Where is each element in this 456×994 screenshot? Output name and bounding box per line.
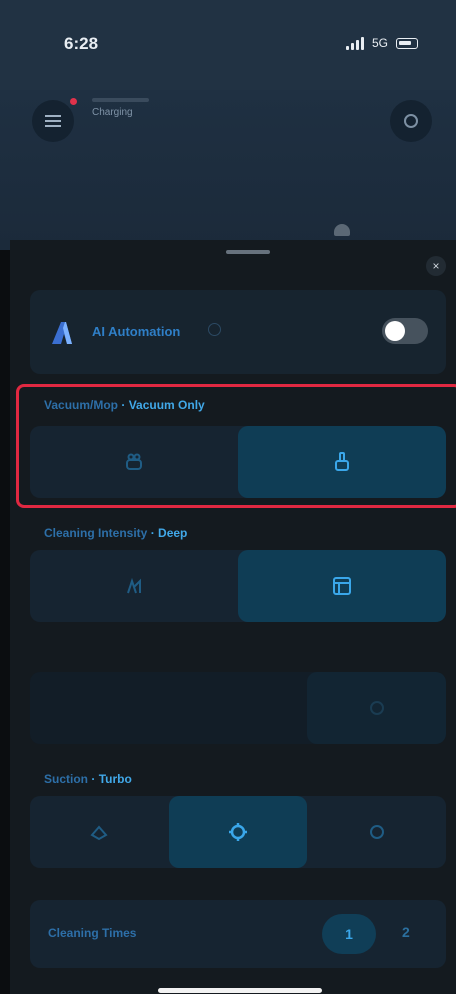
highlight-box <box>16 384 456 508</box>
robot-icon <box>334 224 350 236</box>
system-indicators: 5G <box>345 36 418 50</box>
device-name <box>92 98 149 102</box>
device-info[interactable]: Charging <box>92 98 149 118</box>
cleaning-intensity-value: Deep <box>158 526 188 540</box>
menu-icon <box>45 115 61 127</box>
ai-automation-label: AI Automation <box>92 324 181 339</box>
cleaning-intensity-label: Cleaning Intensity <box>44 526 148 540</box>
option-suction-quiet[interactable] <box>30 796 169 868</box>
cleaning-intensity-heading: Cleaning Intensity · Deep <box>44 526 188 540</box>
cleaning-intensity-selector <box>30 550 446 622</box>
battery-icon <box>396 37 418 49</box>
standard-intensity-icon <box>127 577 141 594</box>
option-water-medium[interactable] <box>169 672 308 744</box>
suction-quiet-icon <box>90 825 108 841</box>
water-level-icon <box>369 701 384 715</box>
suction-label: Suction <box>44 772 88 786</box>
menu-button[interactable] <box>32 100 74 142</box>
option-suction-turbo[interactable] <box>168 796 308 868</box>
cleaning-times-card: Cleaning Times 1 2 <box>30 900 446 968</box>
cleaning-times-option-2[interactable]: 2 <box>402 924 410 940</box>
option-suction-max[interactable] <box>307 796 446 868</box>
signal-icon <box>345 36 364 50</box>
option-water-high[interactable] <box>307 672 446 744</box>
network-label: 5G <box>371 36 388 50</box>
sheet-handle[interactable] <box>226 250 270 254</box>
close-button[interactable]: × <box>426 256 446 276</box>
suction-selector <box>30 796 446 868</box>
close-icon: × <box>432 259 440 273</box>
cleaning-times-option-2-label: 2 <box>402 924 410 940</box>
cleaning-times-option-1-label: 1 <box>345 926 353 942</box>
notification-dot <box>70 98 77 105</box>
map-header: Charging <box>0 90 456 250</box>
option-water-low[interactable] <box>30 672 169 744</box>
suction-heading: Suction · Turbo <box>44 772 132 786</box>
info-icon[interactable] <box>208 323 221 336</box>
ai-logo-icon <box>52 322 72 344</box>
device-status: Charging <box>92 107 149 118</box>
ai-automation-card: AI Automation <box>30 290 446 374</box>
cleaning-times-label: Cleaning Times <box>48 926 137 940</box>
option-deep-intensity[interactable] <box>238 550 446 622</box>
ai-automation-toggle[interactable] <box>382 318 428 344</box>
suction-value: Turbo <box>98 772 132 786</box>
app-screen: 6:28 5G Charging × AI Automation Vacuum/… <box>0 0 456 994</box>
gear-icon <box>404 114 418 128</box>
mop-water-selector <box>30 672 446 744</box>
deep-intensity-icon <box>333 577 351 595</box>
suction-turbo-icon <box>229 823 247 841</box>
cleaning-times-option-1[interactable]: 1 <box>322 914 376 954</box>
toggle-knob <box>385 321 405 341</box>
device-status-text: Charging <box>92 107 133 118</box>
cleaning-settings-sheet: × AI Automation Vacuum/Mop · Vacuum Only <box>10 240 456 994</box>
status-bar: 6:28 5G <box>0 0 456 90</box>
settings-button[interactable] <box>390 100 432 142</box>
suction-max-icon <box>369 825 384 839</box>
option-standard-intensity[interactable] <box>30 550 238 622</box>
status-time: 6:28 <box>64 34 99 53</box>
home-indicator[interactable] <box>158 988 322 993</box>
